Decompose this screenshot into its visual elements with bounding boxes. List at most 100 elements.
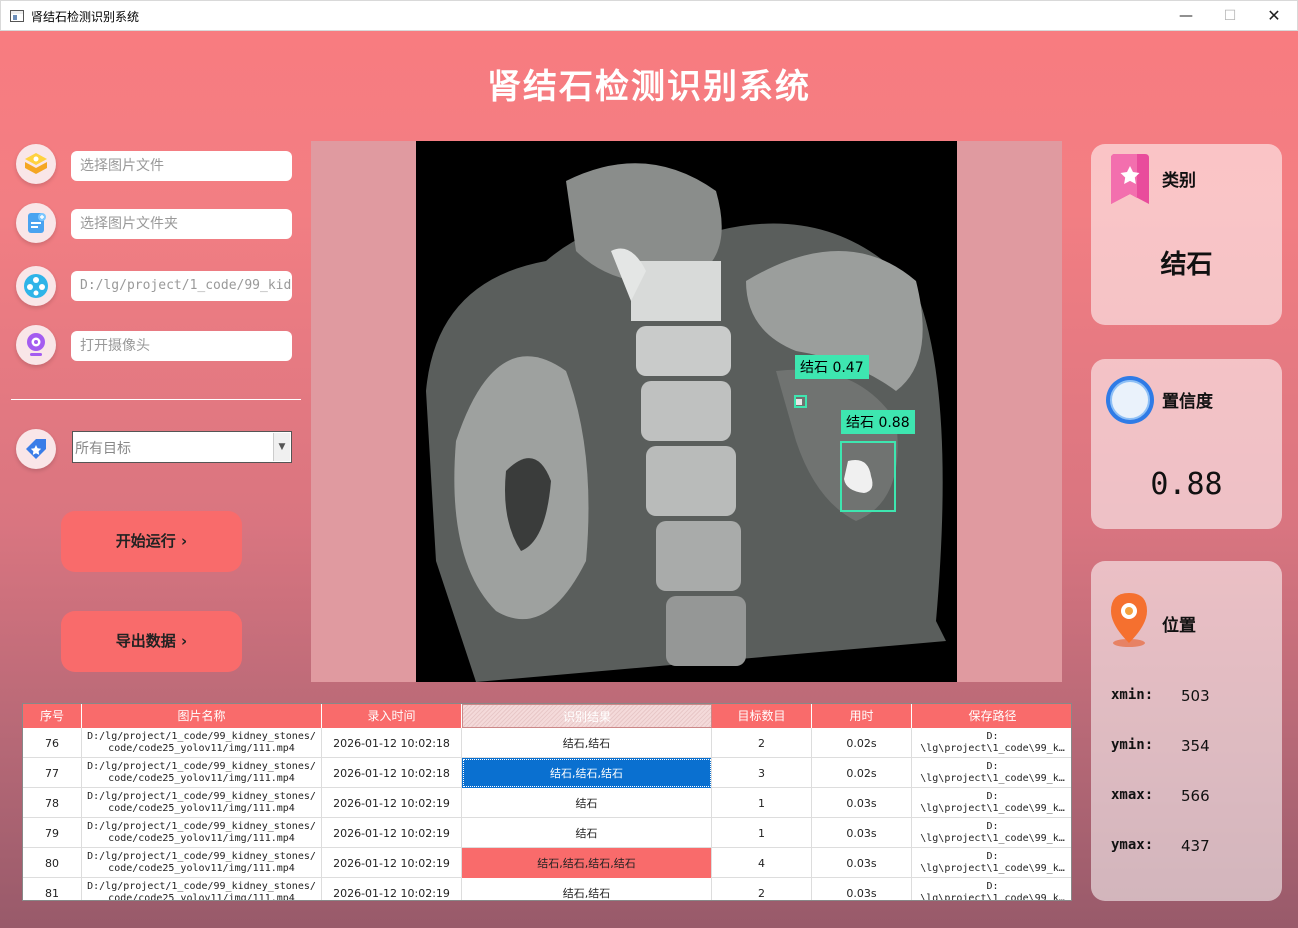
video-file-input[interactable]: D:/lg/project/1_code/99_kidney_stones/co… — [71, 271, 292, 301]
table-cell-count[interactable]: 2 — [712, 728, 812, 758]
table-cell-path[interactable]: D: \lg\project\1_code\99_k… — [912, 878, 1071, 900]
table-cell-time[interactable]: 2026-01-12 10:02:19 — [322, 818, 462, 848]
table-cell-time[interactable]: 2026-01-12 10:02:18 — [322, 758, 462, 788]
target-select-value: 所有目标 — [75, 441, 131, 457]
table-cell-count[interactable]: 4 — [712, 848, 812, 878]
xmin-label: xmin: — [1111, 687, 1154, 703]
column-header[interactable]: 识别结果 — [462, 704, 712, 728]
table-cell-time[interactable]: 2026-01-12 10:02:19 — [322, 848, 462, 878]
results-table[interactable]: 序号 图片名称 录入时间 识别结果 目标数目 用时 保存路径 76 D:/lg/p… — [22, 703, 1072, 901]
app-icon — [10, 10, 24, 22]
table-row[interactable]: 78 D:/lg/project/1_code/99_kidney_stones/… — [23, 788, 1071, 818]
table-row[interactable]: 81 D:/lg/project/1_code/99_kidney_stones/… — [23, 878, 1071, 900]
table-cell-path[interactable]: D: \lg\project\1_code\99_k… — [912, 848, 1071, 878]
run-button[interactable]: 开始运行 › — [61, 511, 242, 572]
table-cell-name[interactable]: D:/lg/project/1_code/99_kidney_stones/ c… — [82, 818, 322, 848]
table-cell-count[interactable]: 3 — [712, 758, 812, 788]
maximize-button[interactable]: ☐ — [1207, 1, 1253, 31]
table-cell-result[interactable]: 结石,结石,结石 — [462, 758, 712, 788]
xmax-row: xmax: 566 — [1111, 787, 1210, 805]
location-pin-icon — [1105, 591, 1153, 653]
video-file-icon[interactable] — [16, 266, 56, 306]
table-body: 76 D:/lg/project/1_code/99_kidney_stones/… — [23, 728, 1071, 900]
table-cell-name[interactable]: D:/lg/project/1_code/99_kidney_stones/ c… — [82, 728, 322, 758]
table-cell-path[interactable]: D: \lg\project\1_code\99_k… — [912, 818, 1071, 848]
table-cell-cost[interactable]: 0.02s — [812, 758, 912, 788]
image-file-input[interactable]: 选择图片文件 — [71, 151, 292, 181]
detection-box — [840, 441, 896, 512]
table-cell-time[interactable]: 2026-01-12 10:02:18 — [322, 728, 462, 758]
window-title: 肾结石检测识别系统 — [31, 10, 140, 24]
table-cell-cost[interactable]: 0.03s — [812, 788, 912, 818]
column-header[interactable]: 录入时间 — [322, 704, 462, 728]
image-file-icon[interactable] — [16, 144, 56, 184]
table-cell-id[interactable]: 80 — [23, 848, 82, 878]
column-header[interactable]: 序号 — [23, 704, 82, 728]
ymax-label: ymax: — [1111, 837, 1154, 853]
table-cell-id[interactable]: 76 — [23, 728, 82, 758]
bookmark-star-icon — [1107, 154, 1153, 210]
table-cell-name[interactable]: D:/lg/project/1_code/99_kidney_stones/ c… — [82, 788, 322, 818]
column-header[interactable]: 保存路径 — [912, 704, 1071, 728]
divider — [11, 399, 301, 400]
detection-label: 结石 0.47 — [795, 355, 869, 379]
xmax-value: 566 — [1181, 787, 1210, 805]
table-cell-count[interactable]: 1 — [712, 818, 812, 848]
table-cell-result[interactable]: 结石 — [462, 788, 712, 818]
table-cell-name[interactable]: D:/lg/project/1_code/99_kidney_stones/ c… — [82, 758, 322, 788]
table-cell-result[interactable]: 结石,结石 — [462, 728, 712, 758]
table-cell-cost[interactable]: 0.03s — [812, 848, 912, 878]
table-cell-path[interactable]: D: \lg\project\1_code\99_k… — [912, 728, 1071, 758]
ymax-row: ymax: 437 — [1111, 837, 1210, 855]
table-cell-count[interactable]: 1 — [712, 788, 812, 818]
table-cell-time[interactable]: 2026-01-12 10:02:19 — [322, 878, 462, 900]
table-cell-time[interactable]: 2026-01-12 10:02:19 — [322, 788, 462, 818]
table-row[interactable]: 77 D:/lg/project/1_code/99_kidney_stones/… — [23, 758, 1071, 788]
column-header[interactable]: 目标数目 — [712, 704, 812, 728]
table-cell-id[interactable]: 79 — [23, 818, 82, 848]
table-cell-name[interactable]: D:/lg/project/1_code/99_kidney_stones/ c… — [82, 848, 322, 878]
confidence-title: 置信度 — [1162, 392, 1213, 412]
confidence-value: 0.88 — [1150, 467, 1223, 502]
category-value: 结石 — [1160, 250, 1213, 280]
minimize-button[interactable]: — — [1163, 1, 1209, 31]
image-file-placeholder: 选择图片文件 — [80, 158, 164, 174]
image-folder-input[interactable]: 选择图片文件夹 — [71, 209, 292, 239]
xmin-row: xmin: 503 — [1111, 687, 1210, 705]
table-cell-result[interactable]: 结石,结石 — [462, 878, 712, 900]
table-cell-name[interactable]: D:/lg/project/1_code/99_kidney_stones/ c… — [82, 878, 322, 900]
table-cell-cost[interactable]: 0.03s — [812, 818, 912, 848]
column-header[interactable]: 图片名称 — [82, 704, 322, 728]
table-cell-id[interactable]: 81 — [23, 878, 82, 900]
table-cell-id[interactable]: 77 — [23, 758, 82, 788]
table-row[interactable]: 76 D:/lg/project/1_code/99_kidney_stones/… — [23, 728, 1071, 758]
window-titlebar: 肾结石检测识别系统 — ☐ ✕ — [0, 0, 1298, 31]
table-row[interactable]: 80 D:/lg/project/1_code/99_kidney_stones/… — [23, 848, 1071, 878]
table-cell-path[interactable]: D: \lg\project\1_code\99_k… — [912, 788, 1071, 818]
ymin-row: ymin: 354 — [1111, 737, 1210, 755]
table-row[interactable]: 79 D:/lg/project/1_code/99_kidney_stones/… — [23, 818, 1071, 848]
image-folder-icon[interactable] — [16, 203, 56, 243]
position-title: 位置 — [1162, 616, 1196, 636]
camera-icon[interactable] — [16, 325, 56, 365]
table-cell-result[interactable]: 结石 — [462, 818, 712, 848]
chevron-down-icon[interactable]: ▼ — [273, 433, 290, 461]
close-button[interactable]: ✕ — [1251, 1, 1297, 31]
app-window: 肾结石检测识别系统 选择图片文件 选择图片文件夹 D:/lg/project/1… — [0, 31, 1298, 928]
column-header[interactable]: 用时 — [812, 704, 912, 728]
detection-label: 结石 0.88 — [841, 410, 915, 434]
table-cell-cost[interactable]: 0.02s — [812, 728, 912, 758]
ymin-label: ymin: — [1111, 737, 1154, 753]
ct-scan-image: 结石 0.47 结石 0.88 — [416, 141, 957, 682]
category-title: 类别 — [1162, 171, 1196, 191]
camera-input[interactable]: 打开摄像头 — [71, 331, 292, 361]
table-cell-cost[interactable]: 0.03s — [812, 878, 912, 900]
table-cell-count[interactable]: 2 — [712, 878, 812, 900]
table-cell-result[interactable]: 结石,结石,结石,结石 — [462, 848, 712, 878]
page-title: 肾结石检测识别系统 — [487, 67, 811, 107]
export-button[interactable]: 导出数据 › — [61, 611, 242, 672]
image-viewer: 结石 0.47 结石 0.88 — [311, 141, 1062, 682]
table-cell-path[interactable]: D: \lg\project\1_code\99_k… — [912, 758, 1071, 788]
target-select[interactable]: 所有目标 ▼ — [72, 431, 292, 463]
table-cell-id[interactable]: 78 — [23, 788, 82, 818]
